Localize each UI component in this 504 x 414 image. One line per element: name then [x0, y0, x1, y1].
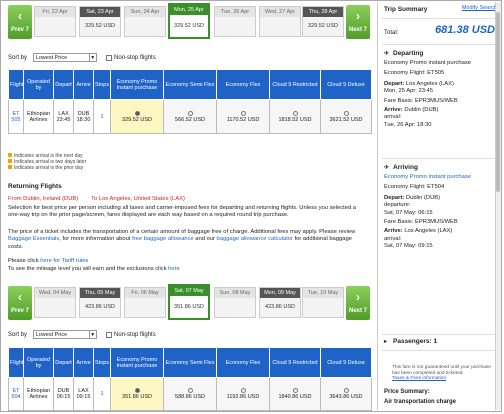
chevron-left-icon: ‹	[18, 9, 22, 23]
fare-option[interactable]: 1818.52 USD	[269, 99, 321, 134]
baggage-essentials-link[interactable]: Baggage Essentials	[8, 236, 59, 242]
radio-button[interactable]	[292, 388, 298, 393]
price-info-text: Selection for best price per person incl…	[8, 205, 357, 219]
sort-bar: Sort by Lowest Price ▼ Non-stop flights	[8, 53, 156, 62]
departing-details: Economy Promo instant purchase Economy F…	[384, 60, 471, 128]
fare-option[interactable]: 588.86 USD	[163, 377, 217, 411]
departing-flights-table: Flight Operated by Depart Arrive Stops Econom…	[8, 69, 372, 134]
sort-select[interactable]: Lowest Price ▼	[32, 330, 97, 339]
radio-button[interactable]	[343, 388, 349, 393]
fare-option[interactable]: 3621.52 USD	[320, 99, 372, 134]
prev-7-button[interactable]: ‹ Prev 7	[8, 5, 32, 39]
chevron-down-icon: ▼	[88, 331, 96, 339]
date-cell[interactable]: Sun, 24 Apr	[124, 6, 166, 37]
fare-type-link[interactable]: Economy Promo instant purchase	[384, 174, 471, 180]
fare-option[interactable]: 1192.86 USD	[216, 377, 270, 411]
legend: Indicates arrival is the next day Indica…	[8, 153, 86, 171]
route-line: From Dublin, Ireland (DUB) To Los Angele…	[8, 196, 185, 202]
arriving-details: Economy Promo instant purchase Economy F…	[384, 174, 471, 250]
date-cell[interactable]: Sat, 23 Apr 329.52 USD	[79, 6, 121, 37]
price-summary-heading: Price Summary:	[384, 389, 430, 395]
radio-button[interactable]	[187, 388, 193, 393]
fare-option[interactable]: 351.86 USD	[110, 377, 164, 411]
divider	[382, 44, 498, 45]
nonstop-checkbox[interactable]	[106, 54, 113, 61]
radio-button[interactable]	[292, 110, 298, 116]
disclaimer: This fare is not guaranteed until your p…	[392, 365, 491, 382]
date-cell[interactable]: Thu, 05 May 423.86 USD	[79, 287, 121, 318]
divider	[382, 334, 498, 335]
tariff-rules-link[interactable]: here for Tariff rules	[40, 258, 88, 264]
chevron-right-icon: ▸	[384, 339, 388, 345]
date-cell[interactable]: Thu, 28 Apr 329.52 USD	[302, 6, 344, 37]
date-cell[interactable]: Fri, 22 Apr	[34, 6, 76, 37]
date-cell[interactable]: Sun, 08 May	[214, 287, 256, 318]
plane-icon: ✈	[384, 51, 390, 57]
chevron-right-icon: ›	[356, 290, 360, 304]
radio-button[interactable]	[187, 110, 193, 116]
radio-button[interactable]	[240, 388, 246, 393]
fare-option[interactable]: 566.52 USD	[163, 99, 217, 134]
trip-summary-panel: Trip Summary Modify Search Total: 681.38…	[377, 2, 501, 410]
next-day-icon	[8, 153, 12, 157]
departing-heading: ✈ Departing	[384, 50, 424, 57]
date-cell[interactable]: Fri, 06 May	[124, 287, 166, 318]
radio-button[interactable]	[343, 110, 349, 116]
passengers-heading: ▸ Passengers: 1	[384, 338, 438, 345]
table-header: Flight Operated by Depart Arrive Stops Econom…	[8, 347, 372, 378]
radio-button[interactable]	[134, 110, 140, 116]
chevron-down-icon: ▼	[88, 54, 96, 62]
arriving-heading: ✈ Arriving	[384, 164, 418, 171]
divider	[382, 18, 498, 19]
returning-date-strip: ‹ Prev 7 Wed, 04 May Thu, 05 May 423.86 U…	[2, 283, 374, 323]
radio-button[interactable]	[134, 388, 140, 393]
departing-date-strip: ‹ Prev 7 Fri, 22 Apr Sat, 23 Apr 329.52 U…	[2, 2, 374, 42]
date-cell[interactable]: Tue, 26 Apr	[214, 6, 256, 37]
nonstop-checkbox[interactable]	[106, 331, 113, 338]
fare-option[interactable]: 3643.86 USD	[320, 377, 372, 411]
divider	[382, 158, 498, 159]
date-cell-selected[interactable]: Sat, 07 May 351.86 USD	[168, 284, 210, 320]
fare-option[interactable]: 1170.52 USD	[216, 99, 270, 134]
tariff-line: Please click here for Tariff rules	[8, 258, 89, 264]
free-baggage-link[interactable]: free baggage allowance	[132, 236, 194, 242]
air-charge-label: Air transportation charge	[384, 399, 457, 405]
divider	[382, 350, 498, 351]
scrollbar[interactable]	[495, 2, 501, 410]
scrollbar-thumb[interactable]	[496, 12, 500, 192]
trip-summary-title: Trip Summary	[384, 6, 428, 13]
table-header: Flight Operated by Depart Arrive Stops Econom…	[8, 69, 372, 100]
date-cell[interactable]: Mon, 09 May 423.86 USD	[259, 287, 301, 318]
prev-7-button[interactable]: ‹ Prev 7	[8, 286, 32, 320]
date-cell-selected[interactable]: Mon, 25 Apr 329.52 USD	[168, 3, 210, 39]
sort-bar: Sort by Lowest Price ▼ Non-stop flights	[8, 330, 156, 339]
returning-heading: Returning Flights	[8, 183, 62, 190]
next-7-button[interactable]: › Next 7	[346, 5, 370, 39]
prior-day-icon	[8, 165, 12, 169]
table-row: ET 505 Ethiopian Airlines LAX 23:45 DUB 18…	[8, 99, 372, 134]
returning-flights-table: Flight Operated by Depart Arrive Stops Econom…	[8, 347, 372, 411]
mileage-line: To see the mileage level you will earn a…	[8, 266, 180, 272]
mileage-link[interactable]: here	[168, 266, 180, 272]
flight-results: ‹ Prev 7 Fri, 22 Apr Sat, 23 Apr 329.52 U…	[2, 2, 374, 412]
total-price: 681.38 USD	[435, 24, 495, 36]
total-label: Total:	[384, 30, 399, 36]
date-cell[interactable]: Tue, 10 May	[302, 287, 344, 318]
sort-select[interactable]: Lowest Price ▼	[32, 53, 97, 62]
chevron-left-icon: ‹	[18, 290, 22, 304]
next-7-button[interactable]: › Next 7	[346, 286, 370, 320]
date-cell[interactable]: Wed, 27 Apr	[259, 6, 301, 37]
date-cell[interactable]: Wed, 04 May	[34, 287, 76, 318]
taxes-fees-link[interactable]: Taxes & Fees information	[392, 376, 446, 381]
radio-button[interactable]	[240, 110, 246, 116]
fare-option[interactable]: 329.52 USD	[110, 99, 164, 134]
plane-icon: ✈	[384, 165, 390, 171]
fare-option[interactable]: 1840.86 USD	[269, 377, 321, 411]
modify-search-link[interactable]: Modify Search	[462, 5, 497, 11]
baggage-calculator-link[interactable]: baggage allowance calculator	[217, 236, 293, 242]
table-row: ET 504 Ethiopian Airlines DUB 06:15 LAX 09…	[8, 377, 372, 411]
baggage-info-text: The price of a ticket includes the trans…	[8, 229, 356, 250]
two-days-icon	[8, 159, 12, 163]
chevron-right-icon: ›	[356, 9, 360, 23]
